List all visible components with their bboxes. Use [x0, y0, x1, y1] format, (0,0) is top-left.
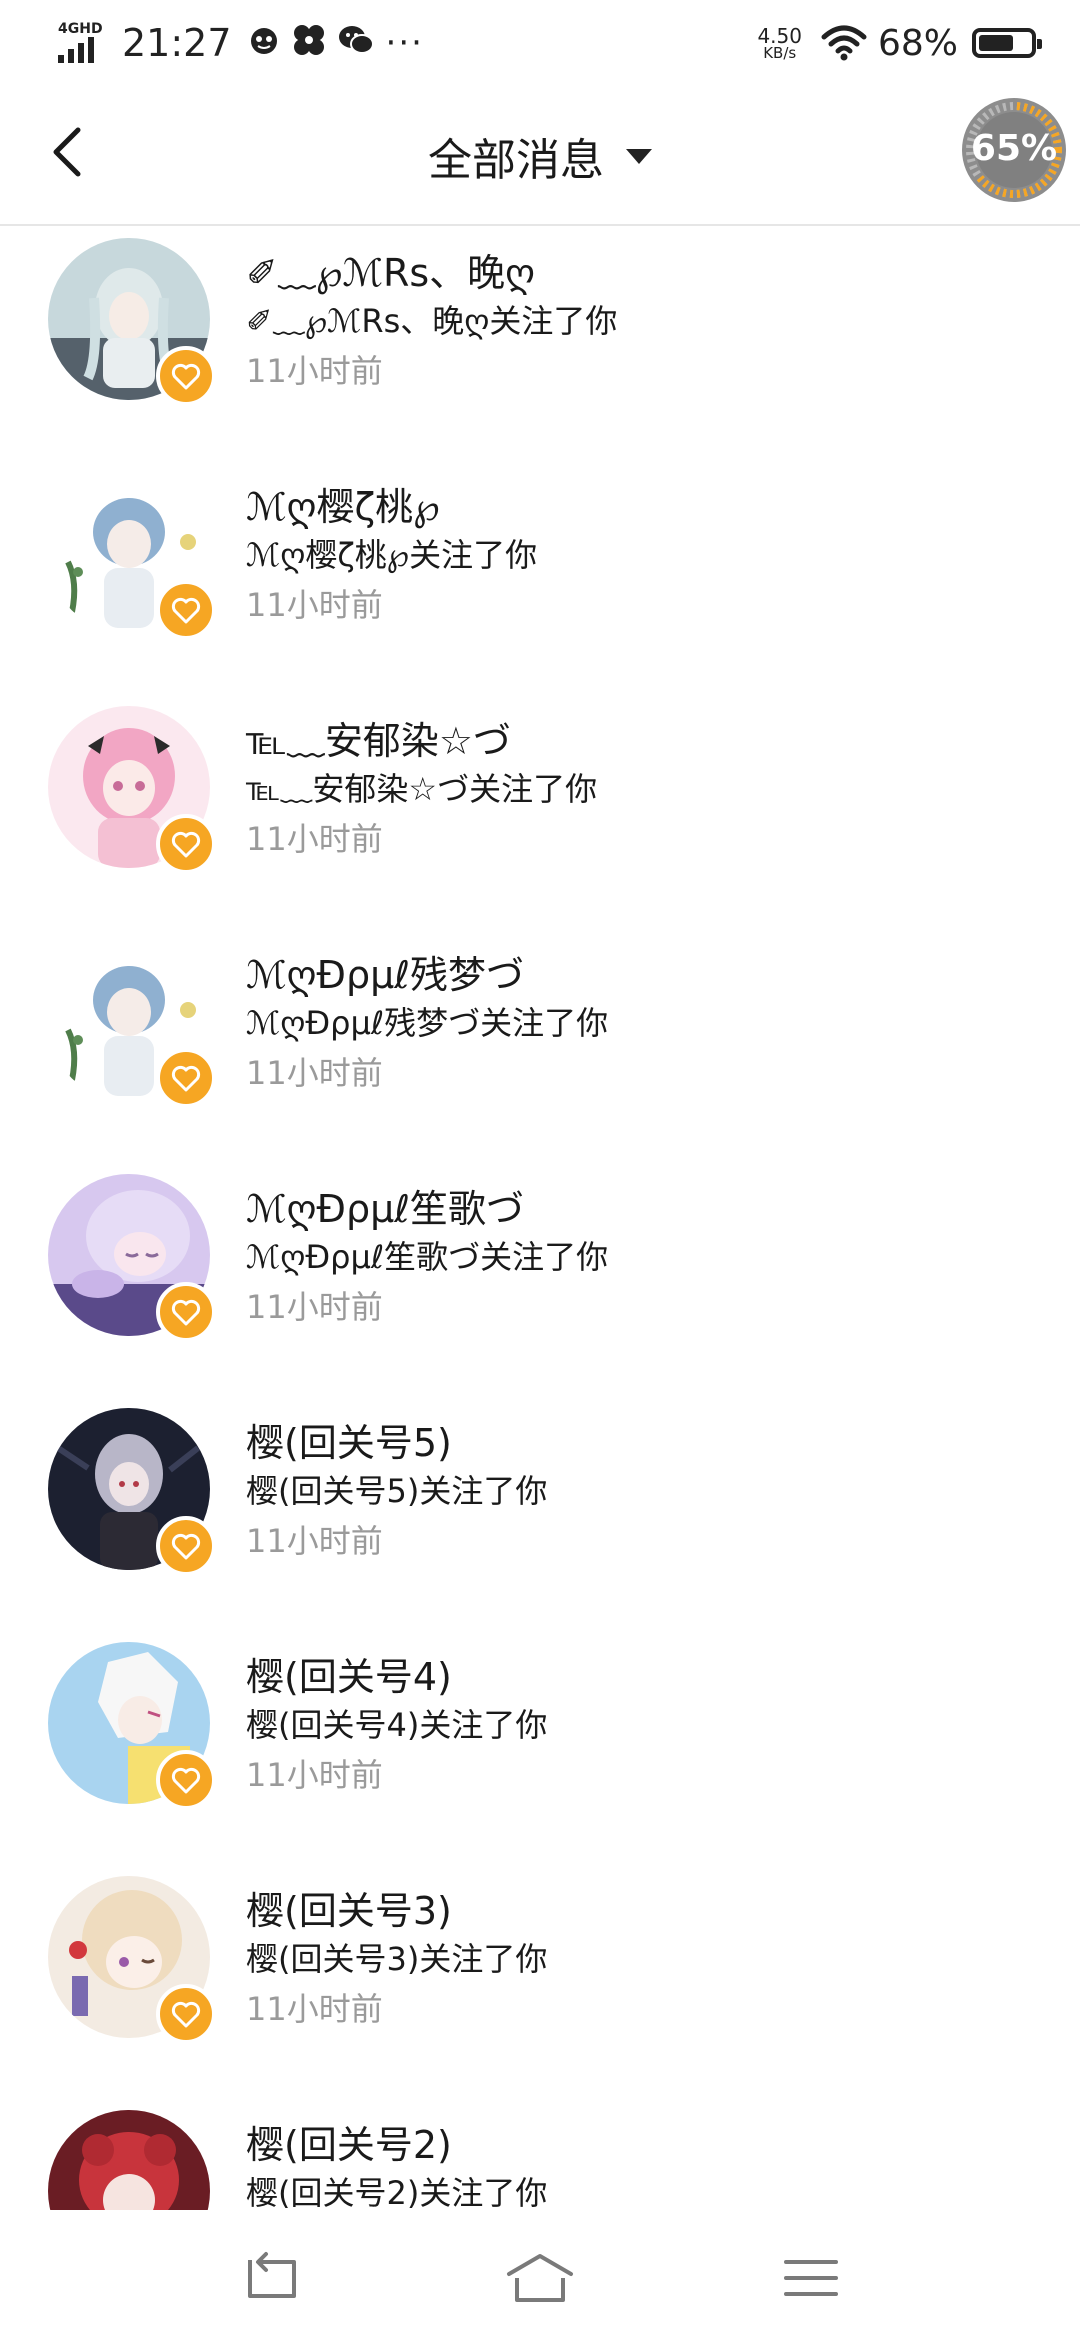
message-text: ℡﹏安郁染☆づ关注了你 — [246, 770, 598, 808]
message-text: 樱(回关号2)关注了你 — [246, 2174, 548, 2210]
follow-badge — [156, 1984, 216, 2044]
message-time: 11小时前 — [246, 586, 383, 624]
sender-name: 樱(回关号2) — [246, 2123, 452, 2167]
app-notify-icon — [248, 24, 280, 62]
signal-icon: 4GHD — [58, 21, 108, 65]
follow-badge — [156, 1282, 216, 1342]
status-time: 21:27 — [122, 21, 232, 65]
follow-badge — [156, 1750, 216, 1810]
back-nav-icon[interactable] — [236, 2248, 306, 2308]
heart-icon — [171, 1299, 201, 1326]
follow-badge — [156, 1516, 216, 1576]
message-text: 樱(回关号3)关注了你 — [246, 1940, 548, 1978]
message-item[interactable]: ℳღÐρμℓ残梦づ ℳღÐρμℓ残梦づ关注了你 11小时前 — [0, 928, 1080, 1162]
follow-badge — [156, 814, 216, 874]
message-time: 11小时前 — [246, 1990, 383, 2028]
message-time: 11小时前 — [246, 1756, 383, 1794]
network-label: 4GHD — [58, 21, 103, 37]
heart-icon — [171, 363, 201, 390]
heart-icon — [171, 2001, 201, 2028]
message-text: ✐﹏℘ℳRs、晚ღ关注了你 — [246, 302, 618, 340]
title-dropdown[interactable]: 全部消息 — [0, 124, 1080, 188]
message-time: 11小时前 — [246, 1288, 383, 1326]
boost-badge-text: 65% — [970, 128, 1058, 169]
net-speed-unit: KB/s — [763, 43, 797, 62]
message-item[interactable]: ℡﹏安郁染☆づ ℡﹏安郁染☆づ关注了你 11小时前 — [0, 694, 1080, 928]
fan-icon — [292, 23, 326, 63]
follow-badge — [156, 346, 216, 406]
sender-name: ℳღ樱ζ桃℘ — [246, 485, 440, 529]
net-speed-value: 4.50 — [757, 23, 802, 48]
heart-icon — [171, 831, 201, 858]
system-nav-bar — [0, 2210, 1080, 2340]
message-text: ℳღÐρμℓ残梦づ关注了你 — [246, 1004, 609, 1042]
message-list[interactable]: ✐﹏℘ℳRs、晚ღ ✐﹏℘ℳRs、晚ღ关注了你 11小时前 ℳღ樱ζ桃℘ ℳღ樱… — [0, 226, 1080, 2210]
heart-icon — [171, 1065, 201, 1092]
boost-badge[interactable]: 65% — [960, 96, 1068, 204]
heart-icon — [171, 1767, 201, 1794]
message-text: ℳღÐρμℓ笙歌づ关注了你 — [246, 1238, 609, 1276]
status-bar-left: 4GHD 21:27 ··· — [58, 18, 424, 68]
status-bar-right: 4.50 KB/s 68% — [757, 18, 1042, 68]
heart-icon — [171, 597, 201, 624]
caret-down-icon — [626, 148, 652, 164]
wifi-icon — [821, 25, 867, 61]
message-item[interactable]: 樱(回关号3) 樱(回关号3)关注了你 11小时前 — [0, 1864, 1080, 2098]
message-time: 11小时前 — [246, 352, 383, 390]
sender-name: 樱(回关号5) — [246, 1421, 452, 1465]
message-item[interactable]: 樱(回关号5) 樱(回关号5)关注了你 11小时前 — [0, 1396, 1080, 1630]
sender-name: ℳღÐρμℓ残梦づ — [246, 953, 524, 997]
status-bar: 4GHD 21:27 ··· 4.50 KB/s 68% — [0, 0, 1080, 86]
more-notifications-icon: ··· — [385, 23, 424, 63]
message-text: 樱(回关号5)关注了你 — [246, 1472, 548, 1510]
avatar[interactable] — [48, 2110, 210, 2210]
sender-name: ℡﹏安郁染☆づ — [246, 719, 511, 763]
sender-name: 樱(回关号4) — [246, 1655, 452, 1699]
message-item[interactable]: 樱(回关号2) 樱(回关号2)关注了你 — [0, 2098, 1080, 2210]
message-item[interactable]: ℳღÐρμℓ笙歌づ ℳღÐρμℓ笙歌づ关注了你 11小时前 — [0, 1162, 1080, 1396]
net-speed: 4.50 KB/s — [757, 26, 802, 61]
page-title: 全部消息 — [428, 135, 604, 186]
header: 全部消息 65% — [0, 86, 1080, 226]
wechat-icon — [338, 24, 374, 62]
battery-percent: 68% — [877, 22, 958, 64]
message-item[interactable]: ℳღ樱ζ桃℘ ℳღ樱ζ桃℘关注了你 11小时前 — [0, 460, 1080, 694]
sender-name: ℳღÐρμℓ笙歌づ — [246, 1187, 524, 1231]
follow-badge — [156, 580, 216, 640]
message-item[interactable]: ✐﹏℘ℳRs、晚ღ ✐﹏℘ℳRs、晚ღ关注了你 11小时前 — [0, 226, 1080, 460]
message-text: ℳღ樱ζ桃℘关注了你 — [246, 536, 538, 574]
message-time: 11小时前 — [246, 1522, 383, 1560]
battery-icon — [972, 28, 1042, 58]
battery-fill — [979, 35, 1013, 51]
message-time: 11小时前 — [246, 820, 383, 858]
sender-name: ✐﹏℘ℳRs、晚ღ — [246, 251, 536, 295]
sender-name: 樱(回关号3) — [246, 1889, 452, 1933]
home-icon[interactable] — [505, 2248, 575, 2308]
message-time: 11小时前 — [246, 1054, 383, 1092]
heart-icon — [171, 1533, 201, 1560]
message-item[interactable]: 樱(回关号4) 樱(回关号4)关注了你 11小时前 — [0, 1630, 1080, 1864]
follow-badge — [156, 1048, 216, 1108]
menu-icon[interactable] — [776, 2248, 846, 2308]
message-text: 樱(回关号4)关注了你 — [246, 1706, 548, 1744]
